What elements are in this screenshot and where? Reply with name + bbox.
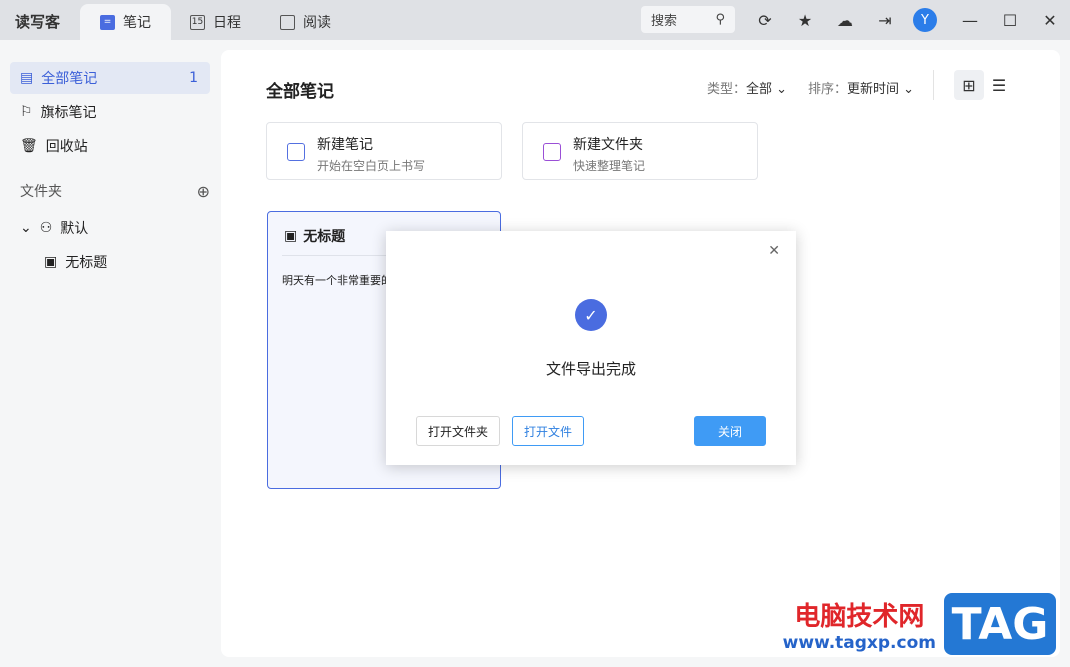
folder-header: 文件夹 ⊕ <box>10 175 210 207</box>
sidebar-item-all-notes[interactable]: ▤ 全部笔记 1 <box>10 62 210 94</box>
sidebar-note[interactable]: ▣ 无标题 <box>10 246 210 278</box>
chevron-down-icon: ⌄ <box>903 82 915 97</box>
value: 全部 <box>746 82 773 97</box>
value: 更新时间 <box>847 82 900 97</box>
title-text: 无标题 <box>303 229 346 245</box>
cloud-icon[interactable]: ☁ <box>835 10 855 30</box>
note-icon: ▣ <box>44 254 58 270</box>
avatar[interactable]: Y <box>913 8 937 32</box>
folder-default[interactable]: ⌄ ⚇ 默认 <box>10 212 210 244</box>
label: 类型： <box>707 82 747 97</box>
new-folder-button[interactable]: 新建文件夹快速整理笔记 <box>522 122 758 180</box>
tab-notes[interactable]: = 笔记 <box>80 4 171 40</box>
tab-label: 笔记 <box>123 15 151 31</box>
calendar-icon: 15 <box>190 14 205 30</box>
subtitle: 开始在空白页上书写 <box>317 159 426 173</box>
label: 文件夹 <box>20 184 62 200</box>
watermark: 电脑技术网 www.tagxp.com TAG <box>783 593 1056 655</box>
close-icon[interactable]: ✕ <box>768 243 780 259</box>
type-filter[interactable]: 类型：全部 ⌄ <box>707 78 787 97</box>
label: 默认 <box>60 221 89 237</box>
label: 无标题 <box>65 255 108 271</box>
count: 1 <box>189 70 198 86</box>
sync-icon[interactable]: ⟳ <box>755 10 775 30</box>
title-bar: 读写客 = 笔记 15 日程 阅读 搜索 ⚲ ⟳ ★ ☁ ⇥ Y — ☐ ✕ <box>0 0 1070 40</box>
app-name: 读写客 <box>15 13 61 31</box>
chevron-down-icon: ⌄ <box>776 82 788 97</box>
export-icon[interactable]: ⇥ <box>875 10 895 30</box>
favorites-icon[interactable]: ★ <box>795 10 815 30</box>
new-folder-icon <box>543 143 561 161</box>
sort-filter[interactable]: 排序：更新时间 ⌄ <box>808 78 914 97</box>
label: 旗标笔记 <box>40 105 97 121</box>
export-complete-dialog: ✕ ✓ 文件导出完成 打开文件夹 打开文件 关闭 <box>386 231 796 465</box>
tag-logo: TAG <box>944 593 1056 655</box>
maximize-icon[interactable]: ☐ <box>1000 10 1020 30</box>
open-folder-button[interactable]: 打开文件夹 <box>416 416 500 446</box>
list-view-icon[interactable]: ☰ <box>984 70 1014 100</box>
open-file-button[interactable]: 打开文件 <box>512 416 584 446</box>
close-window-icon[interactable]: ✕ <box>1040 10 1060 30</box>
new-note-button[interactable]: 新建笔记开始在空白页上书写 <box>266 122 502 180</box>
page-title: 全部笔记 <box>266 82 334 102</box>
trash-icon: 🗑 <box>20 138 38 154</box>
tab-label: 阅读 <box>303 15 331 31</box>
label: 回收站 <box>45 139 88 155</box>
search-placeholder: 搜索 <box>651 14 678 29</box>
title: 新建笔记 <box>317 137 373 153</box>
new-note-icon <box>287 143 305 161</box>
watermark-url: www.tagxp.com <box>782 632 936 653</box>
note-preview: 明天有一个非常重要的 <box>282 274 392 287</box>
check-icon: ✓ <box>575 299 607 331</box>
label: 排序： <box>808 82 848 97</box>
watermark-site: 电脑技术网 <box>794 601 925 632</box>
flag-icon: ⚐ <box>20 104 33 120</box>
add-folder-icon[interactable]: ⊕ <box>197 182 210 201</box>
note-title: ▣ 无标题 <box>284 226 345 246</box>
dialog-message: 文件导出完成 <box>545 360 636 378</box>
book-icon <box>280 14 295 30</box>
divider <box>933 70 934 100</box>
minimize-icon[interactable]: — <box>960 10 980 30</box>
title: 新建文件夹 <box>573 137 643 153</box>
document-icon: ▤ <box>20 70 34 86</box>
notes-icon: = <box>100 14 115 30</box>
search-input[interactable]: 搜索 ⚲ <box>641 6 735 33</box>
note-icon: ▣ <box>284 228 298 244</box>
sidebar: ▤ 全部笔记 1 ⚐ 旗标笔记 🗑 回收站 文件夹 ⊕ ⌄ ⚇ 默认 ▣ 无标题 <box>0 40 220 667</box>
tab-label: 日程 <box>213 15 241 31</box>
tab-calendar[interactable]: 15 日程 <box>170 4 261 40</box>
subtitle: 快速整理笔记 <box>573 159 646 173</box>
grid-view-icon[interactable]: ⊞ <box>954 70 984 100</box>
folder-user-icon: ⚇ <box>39 220 53 236</box>
sidebar-item-flagged[interactable]: ⚐ 旗标笔记 <box>10 96 210 128</box>
chevron-down-icon: ⌄ <box>20 220 32 236</box>
search-icon: ⚲ <box>715 12 725 27</box>
sidebar-item-trash[interactable]: 🗑 回收站 <box>10 130 210 162</box>
tab-reading[interactable]: 阅读 <box>260 4 351 40</box>
close-button[interactable]: 关闭 <box>694 416 766 446</box>
label: 全部笔记 <box>41 71 98 87</box>
